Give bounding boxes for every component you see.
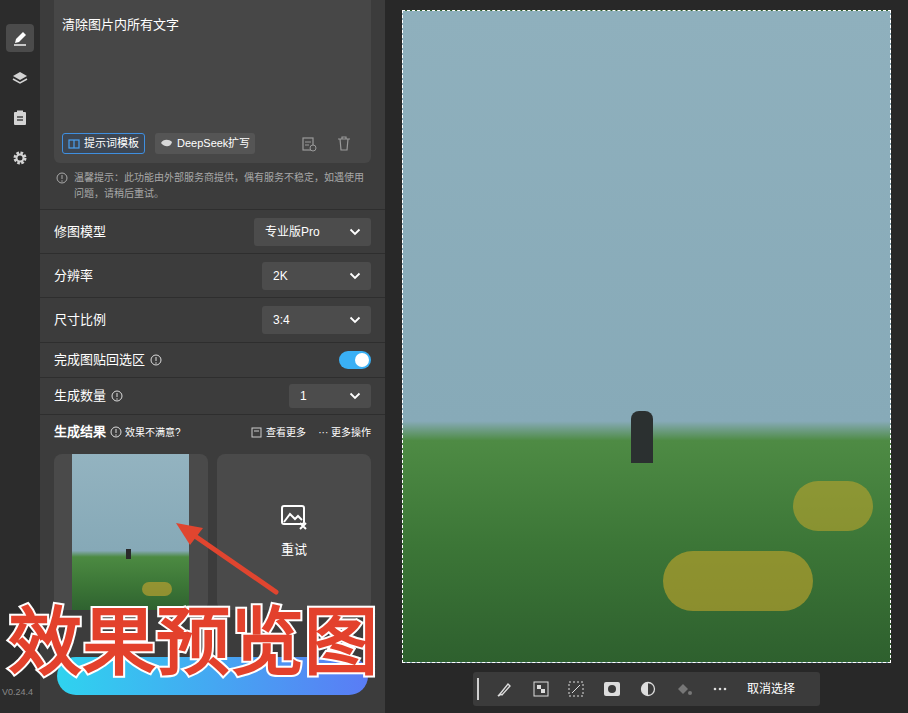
setting-label: 尺寸比例 bbox=[54, 310, 106, 330]
setting-row: 生成数量 1 bbox=[40, 377, 385, 414]
book-icon bbox=[68, 138, 80, 150]
info-badge bbox=[150, 354, 162, 366]
select-box[interactable]: 3:4 bbox=[262, 306, 371, 334]
setting-row: 分辨率 2K bbox=[40, 253, 385, 297]
pencil-icon bbox=[12, 30, 28, 46]
template-button[interactable]: 提示词模板 bbox=[62, 133, 145, 154]
prompt-box[interactable]: 清除图片内所有文字 提示词模板 DeepSeek扩写 bbox=[54, 0, 371, 163]
select-value: 3:4 bbox=[273, 311, 290, 329]
annotation-label: 效果预览图 bbox=[8, 606, 378, 680]
version-label: V0.24.4 bbox=[2, 686, 33, 700]
select-value: 2K bbox=[273, 267, 288, 285]
clipboard-icon bbox=[13, 110, 27, 126]
photo[interactable] bbox=[402, 10, 891, 663]
select-value: 专业版Pro bbox=[265, 223, 320, 241]
chevron-down-icon bbox=[349, 272, 361, 280]
mask-icon[interactable] bbox=[603, 681, 621, 697]
prompt-text[interactable]: 清除图片内所有文字 bbox=[62, 15, 363, 35]
select-box[interactable]: 2K bbox=[262, 262, 371, 290]
gear-icon bbox=[12, 150, 28, 166]
whale-icon bbox=[160, 138, 173, 149]
view-more-icon bbox=[251, 427, 262, 438]
select-value: 1 bbox=[300, 387, 307, 405]
history-icon[interactable] bbox=[301, 136, 317, 152]
select-icon[interactable] bbox=[568, 681, 584, 697]
chevron-down-icon bbox=[349, 228, 361, 236]
more-icon[interactable] bbox=[712, 681, 728, 697]
info-badge bbox=[111, 390, 123, 402]
bucket-icon[interactable] bbox=[675, 681, 693, 697]
sidebar-item[interactable] bbox=[6, 144, 34, 172]
sidebar-item[interactable] bbox=[6, 24, 34, 52]
select-box[interactable]: 1 bbox=[289, 384, 371, 408]
setting-row: 尺寸比例 3:4 bbox=[40, 297, 385, 342]
results-header: 生成结果 效果不满意? 查看更多 ··· 更多操作 bbox=[40, 414, 385, 449]
image-error-icon bbox=[280, 504, 308, 530]
view-more-button[interactable]: 查看更多 bbox=[266, 425, 306, 440]
deselect-button[interactable]: 取消选择 bbox=[747, 680, 795, 698]
chevron-down-icon bbox=[349, 316, 361, 324]
setting-row: 修图模型 专业版Pro bbox=[40, 209, 385, 253]
hint-link[interactable]: 效果不满意? bbox=[125, 425, 181, 440]
info-icon bbox=[111, 390, 123, 402]
canvas: 取消选择 bbox=[385, 0, 908, 713]
chevron-down-icon bbox=[349, 392, 361, 400]
setting-label: 生成数量 bbox=[54, 386, 106, 406]
deepseek-button[interactable]: DeepSeek扩写 bbox=[155, 133, 255, 154]
setting-label: 分辨率 bbox=[54, 266, 93, 286]
select-box[interactable]: 专业版Pro bbox=[254, 218, 371, 246]
app: V0.24.4 清除图片内所有文字 提示词模板 DeepSeek扩写 bbox=[0, 0, 908, 713]
result-thumbnail[interactable] bbox=[72, 454, 189, 610]
more-actions-button[interactable]: ··· 更多操作 bbox=[318, 425, 371, 440]
sidebar-item[interactable] bbox=[6, 104, 34, 132]
brush-icon[interactable] bbox=[496, 680, 514, 698]
sidebar-item[interactable] bbox=[6, 64, 34, 92]
toggle-knob bbox=[355, 353, 369, 367]
info-icon bbox=[56, 172, 68, 184]
setting-row: 完成图贴回选区 bbox=[40, 342, 385, 377]
setting-label: 完成图贴回选区 bbox=[54, 350, 145, 370]
toggle-switch[interactable] bbox=[339, 351, 371, 369]
settings-list: 修图模型 专业版Pro 分辨率 2K 尺寸比例 3:4 完成图贴回选区生成数量 1 bbox=[40, 209, 385, 414]
result-card[interactable] bbox=[54, 454, 208, 610]
checker-icon[interactable] bbox=[533, 681, 549, 697]
info-icon bbox=[110, 426, 122, 438]
invert-icon[interactable] bbox=[640, 681, 656, 697]
retry-card[interactable]: 重试 bbox=[217, 454, 371, 610]
notice: 温馨提示：此功能由外部服务商提供，偶有服务不稳定，如遇使用问题，请稍后重试。 bbox=[54, 163, 371, 209]
setting-label: 修图模型 bbox=[54, 222, 106, 242]
layers-icon bbox=[12, 70, 28, 86]
toolbar: 取消选择 bbox=[473, 672, 820, 706]
info-icon bbox=[150, 354, 162, 366]
trash-icon[interactable] bbox=[337, 136, 351, 151]
